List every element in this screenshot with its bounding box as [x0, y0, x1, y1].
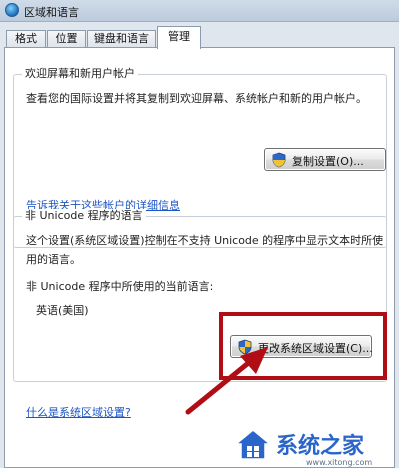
non-unicode-group-legend: 非 Unicode 程序的语言 [22, 209, 146, 223]
welcome-group-description: 查看您的国际设置并将其复制到欢迎屏幕、系统帐户和新的用户帐户。 [26, 92, 367, 105]
copy-settings-button[interactable]: 复制设置(O)... [264, 148, 386, 171]
non-unicode-description-line2: 用的语言。 [26, 253, 81, 266]
current-language-label: 非 Unicode 程序中所使用的当前语言: [26, 280, 214, 293]
tab-keyboard-language[interactable]: 键盘和语言 [87, 30, 156, 48]
watermark-url: www.xitong.com [306, 458, 373, 467]
watermark: 系统之家 www.xitong.com [228, 420, 399, 468]
title-bar[interactable]: 区域和语言 [0, 0, 399, 22]
tab-location[interactable]: 位置 [47, 30, 86, 48]
tab-format[interactable]: 格式 [6, 30, 46, 48]
uac-shield-icon [272, 152, 286, 168]
copy-settings-label: 复制设置(O)... [292, 155, 364, 168]
current-language-value: 英语(美国) [36, 304, 89, 317]
tab-strip: 格式 位置 键盘和语言 管理 [0, 22, 399, 49]
watermark-text: 系统之家 [276, 434, 365, 459]
house-logo-icon [234, 429, 272, 460]
welcome-group-legend: 欢迎屏幕和新用户帐户 [22, 67, 138, 81]
tab-administrative[interactable]: 管理 [157, 26, 201, 49]
window-title: 区域和语言 [24, 6, 79, 19]
globe-icon [5, 3, 19, 17]
what-is-system-locale-link[interactable]: 什么是系统区域设置? [26, 404, 131, 420]
non-unicode-description-line1: 这个设置(系统区域设置)控制在不支持 Unicode 的程序中显示文本时所使 [26, 234, 384, 247]
